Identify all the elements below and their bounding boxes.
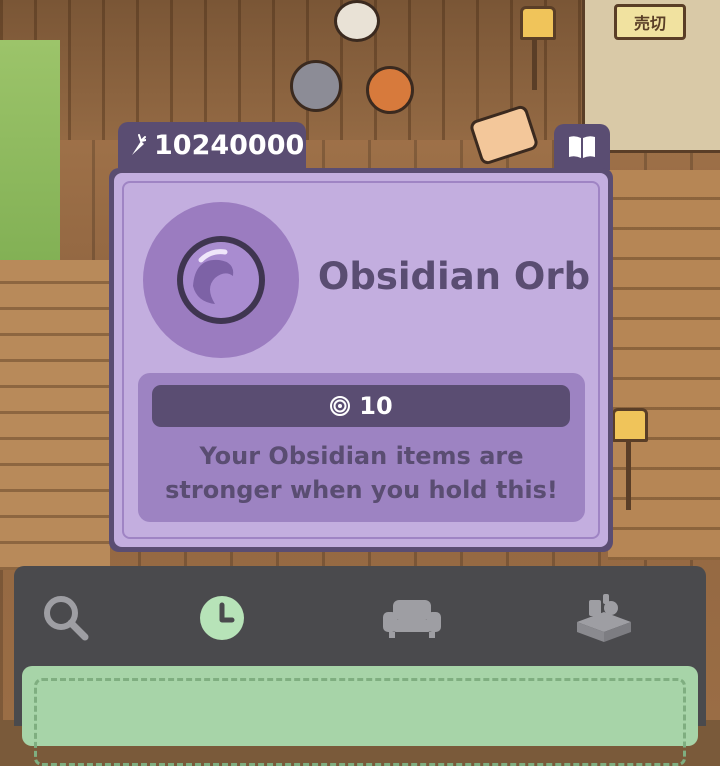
book-button[interactable] bbox=[554, 124, 610, 170]
sold-out-sign: 売切 bbox=[614, 4, 686, 40]
item-description-line-2: stronger when you hold this! bbox=[165, 476, 558, 504]
item-name: Obsidian Orb bbox=[317, 255, 591, 298]
tab-recent[interactable] bbox=[186, 588, 258, 648]
tab-search[interactable] bbox=[30, 588, 102, 648]
obsidian-orb-icon bbox=[177, 236, 265, 324]
bunny-character[interactable] bbox=[334, 0, 380, 42]
lamp-icon bbox=[520, 6, 556, 40]
magnifier-icon bbox=[44, 596, 89, 641]
item-description: Your Obsidian items are stronger when yo… bbox=[138, 439, 585, 507]
bottom-toolbar bbox=[14, 566, 706, 766]
item-tray[interactable] bbox=[22, 666, 698, 766]
item-detail-card-body: Obsidian Orb 10 Your Obsidian items are … bbox=[114, 173, 608, 547]
fox-character[interactable] bbox=[366, 66, 414, 114]
tab-items[interactable] bbox=[568, 588, 640, 648]
carrot-currency-counter: 10240000 bbox=[118, 122, 306, 168]
currency-amount: 10240000 bbox=[154, 129, 305, 161]
left-wooden-shelf bbox=[0, 260, 110, 570]
right-wooden-shelf bbox=[608, 170, 720, 560]
item-icon-frame bbox=[143, 202, 299, 358]
item-detail-card: Obsidian Orb 10 Your Obsidian items are … bbox=[109, 168, 613, 552]
clock-icon bbox=[200, 596, 244, 640]
item-info-panel: 10 Your Obsidian items are stronger when… bbox=[138, 373, 585, 522]
items-box-icon bbox=[577, 594, 631, 642]
tab-furniture[interactable] bbox=[376, 588, 448, 648]
cat-character[interactable] bbox=[290, 60, 342, 112]
book-icon bbox=[569, 136, 595, 158]
lamp-icon bbox=[612, 408, 648, 442]
item-stat-bar: 10 bbox=[152, 385, 570, 427]
item-stat-value: 10 bbox=[359, 392, 393, 420]
spiral-icon bbox=[330, 396, 351, 416]
item-description-line-1: Your Obsidian items are bbox=[199, 442, 524, 470]
grass-patch bbox=[0, 40, 60, 290]
lamp-pole bbox=[626, 430, 631, 510]
sofa-icon bbox=[383, 600, 441, 638]
carrot-icon bbox=[132, 134, 146, 155]
